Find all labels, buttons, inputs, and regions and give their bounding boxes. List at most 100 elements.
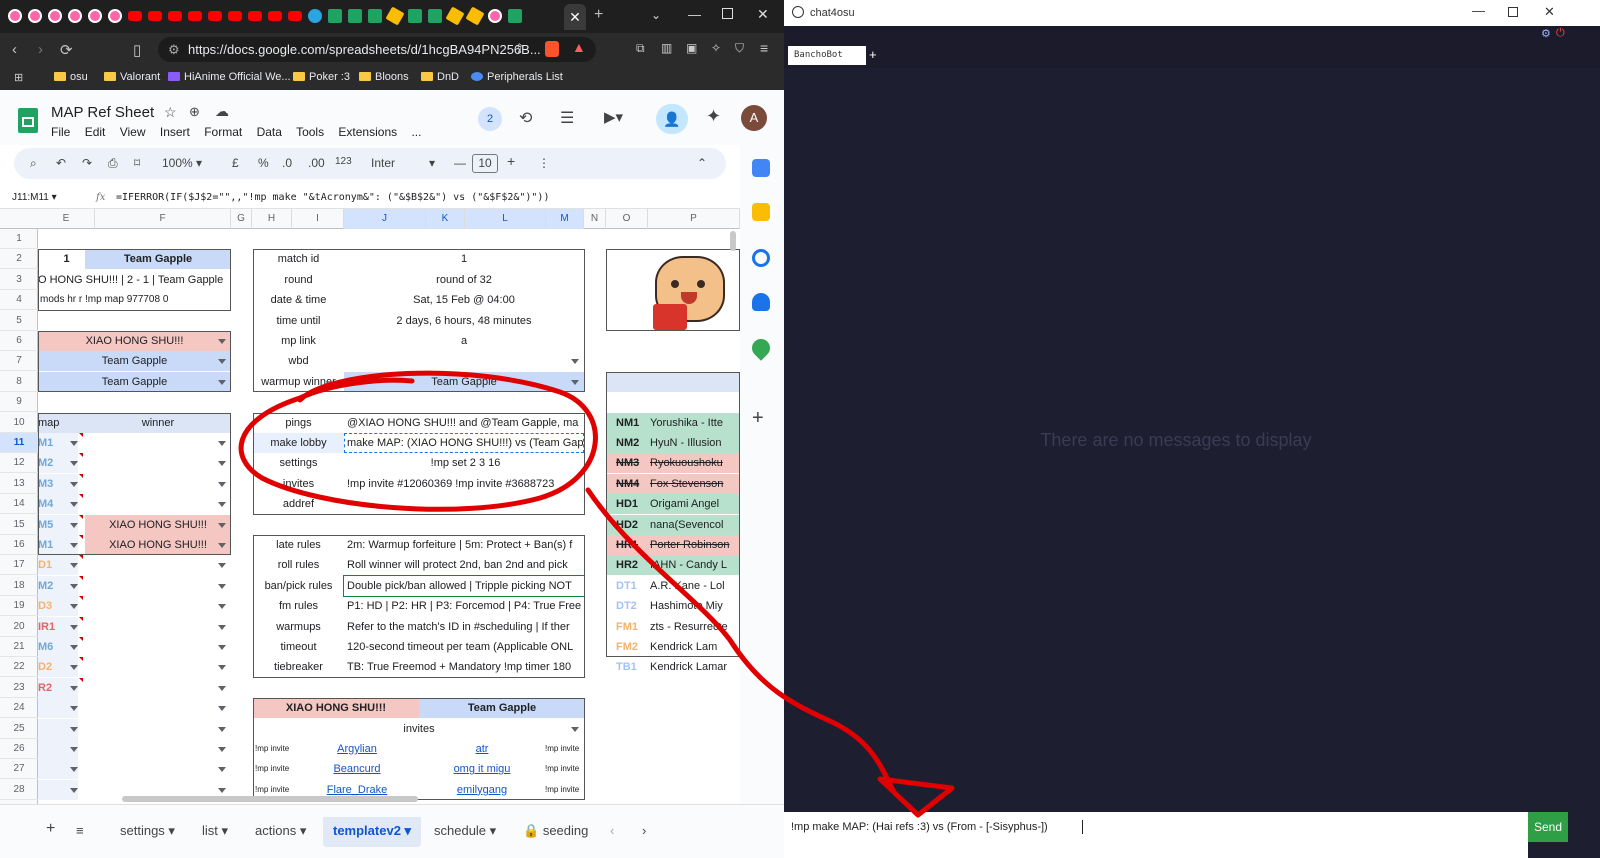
chevron-down-icon[interactable]: [218, 767, 226, 773]
tab-settings[interactable]: settings ▾: [120, 823, 175, 839]
power-icon[interactable]: ⏻: [1556, 27, 1565, 40]
decrease-decimal-button[interactable]: .0: [282, 156, 292, 170]
document-title[interactable]: MAP Ref Sheet: [51, 104, 154, 121]
row-header-22[interactable]: 22: [0, 657, 38, 678]
browser-tab-favicon-icon[interactable]: [508, 9, 522, 23]
print-icon[interactable]: ⎙: [108, 156, 118, 171]
browser-tab-favicon-icon[interactable]: [385, 6, 405, 26]
row-header-24[interactable]: 24: [0, 698, 38, 719]
font-size-increase-button[interactable]: +: [507, 153, 515, 169]
bookmark-poker[interactable]: Poker :3: [293, 71, 350, 83]
column-header-j[interactable]: J: [344, 209, 426, 229]
menu-format[interactable]: Format: [204, 125, 242, 139]
add-tab-button[interactable]: +: [869, 47, 877, 62]
column-header-g[interactable]: G: [231, 209, 252, 229]
browser-tab-favicon-icon[interactable]: [148, 11, 162, 21]
vpn-icon[interactable]: ⛉: [735, 41, 744, 56]
chevron-down-icon[interactable]: [70, 665, 78, 671]
percent-button[interactable]: %: [258, 156, 269, 170]
column-header-p[interactable]: P: [648, 209, 740, 229]
minimize-icon[interactable]: —: [1472, 3, 1485, 18]
browser-tab-favicon-icon[interactable]: [328, 9, 342, 23]
contacts-icon[interactable]: [752, 293, 770, 311]
winner-cell[interactable]: [85, 617, 231, 637]
browser-tab-favicon-icon[interactable]: [348, 9, 362, 23]
chevron-down-icon[interactable]: [218, 706, 226, 712]
settings-icon[interactable]: ⚙: [1541, 27, 1551, 40]
row-header-14[interactable]: 14: [0, 494, 38, 515]
browser-tab-favicon-icon[interactable]: [465, 6, 485, 26]
winner-cell[interactable]: [85, 739, 231, 759]
name-box[interactable]: J11:M11 ▾: [12, 186, 57, 209]
chevron-down-icon[interactable]: [218, 665, 226, 671]
vertical-scrollbar[interactable]: [730, 231, 736, 251]
all-sheets-icon[interactable]: ≡: [76, 823, 84, 838]
browser-tab-favicon-icon[interactable]: [408, 9, 422, 23]
currency-button[interactable]: £: [232, 156, 239, 170]
browser-tab-favicon-icon[interactable]: [188, 11, 202, 21]
column-header-n[interactable]: N: [584, 209, 606, 229]
chevron-down-icon[interactable]: [70, 624, 78, 630]
browser-tab-favicon-icon[interactable]: [48, 9, 62, 23]
row-header-7[interactable]: 7: [0, 351, 38, 372]
browser-tab-favicon-icon[interactable]: [288, 11, 302, 21]
chevron-down-icon[interactable]: [70, 583, 78, 589]
winner-cell[interactable]: [85, 576, 231, 596]
browser-tab-favicon-icon[interactable]: [88, 9, 102, 23]
browser-tab-favicon-icon[interactable]: [228, 11, 242, 21]
chevron-down-icon[interactable]: [218, 645, 226, 650]
avatar[interactable]: A: [741, 105, 767, 131]
tab-actions[interactable]: actions ▾: [255, 823, 306, 839]
formula-input[interactable]: =IFERROR(IF($J$2="",,"!mp make "&tAcrony…: [116, 186, 549, 209]
star-icon[interactable]: ☆: [164, 104, 177, 121]
tab-list[interactable]: list ▾: [202, 823, 228, 839]
winner-cell[interactable]: [85, 678, 231, 698]
tab-banchobot[interactable]: BanchoBot: [788, 46, 866, 65]
back-icon[interactable]: ‹: [12, 41, 17, 58]
browser-tab-favicon-icon[interactable]: [428, 9, 442, 23]
map-title[interactable]: Kendrick Lamar: [644, 657, 740, 677]
menu-insert[interactable]: Insert: [160, 125, 190, 139]
wallet-icon[interactable]: ▣: [686, 41, 697, 55]
tab-templatev2[interactable]: templatev2 ▾: [333, 823, 411, 839]
row-header-28[interactable]: 28: [0, 780, 38, 800]
column-header-m[interactable]: M: [546, 209, 584, 229]
row-header-10[interactable]: 10: [0, 413, 38, 433]
tab-seeding[interactable]: 🔒 seeding: [523, 823, 588, 839]
row-header-2[interactable]: 2: [0, 249, 38, 270]
add-addon-icon[interactable]: +: [752, 407, 764, 430]
collaborator-count-badge[interactable]: 2: [478, 107, 502, 131]
winner-cell[interactable]: [85, 596, 231, 616]
chevron-down-icon[interactable]: [218, 604, 226, 610]
font-select[interactable]: Inter ▾: [371, 156, 435, 170]
brave-rewards-icon[interactable]: ▲: [572, 39, 586, 55]
sidebar-icon[interactable]: ▥: [661, 41, 672, 55]
chevron-down-icon[interactable]: [218, 787, 226, 793]
close-window-icon[interactable]: ✕: [1544, 4, 1555, 20]
reload-icon[interactable]: ⟳: [60, 41, 73, 59]
paint-format-icon[interactable]: ⌑: [134, 156, 140, 170]
column-header-l[interactable]: L: [465, 209, 546, 229]
chevron-down-icon[interactable]: [70, 747, 78, 752]
chat-input[interactable]: !mp make MAP: (Hai refs :3) vs (From - […: [784, 812, 1528, 858]
collapse-toolbar-icon[interactable]: ⌃: [697, 156, 707, 170]
horizontal-scrollbar[interactable]: [122, 796, 418, 802]
chevron-down-icon[interactable]: [70, 563, 78, 569]
menu-extensions[interactable]: Extensions: [338, 125, 397, 139]
number-format-button[interactable]: 123: [335, 156, 352, 167]
tasks-icon[interactable]: [752, 249, 770, 267]
row-header-27[interactable]: 27: [0, 759, 38, 780]
share-icon[interactable]: ⇪: [514, 41, 525, 57]
cloud-status-icon[interactable]: ☁: [215, 103, 229, 120]
row-header-15[interactable]: 15: [0, 515, 38, 535]
browser-tab-favicon-icon[interactable]: [8, 9, 22, 23]
font-size-input[interactable]: 10: [472, 154, 498, 173]
keep-icon[interactable]: [752, 203, 770, 221]
winner-cell[interactable]: [85, 555, 231, 575]
maximize-icon[interactable]: [1508, 7, 1518, 17]
row-header-21[interactable]: 21: [0, 637, 38, 657]
row-header-23[interactable]: 23: [0, 678, 38, 698]
browser-tab-favicon-icon[interactable]: [248, 11, 262, 21]
site-info-icon[interactable]: ⚙: [168, 37, 180, 62]
chevron-down-icon[interactable]: [218, 563, 226, 569]
